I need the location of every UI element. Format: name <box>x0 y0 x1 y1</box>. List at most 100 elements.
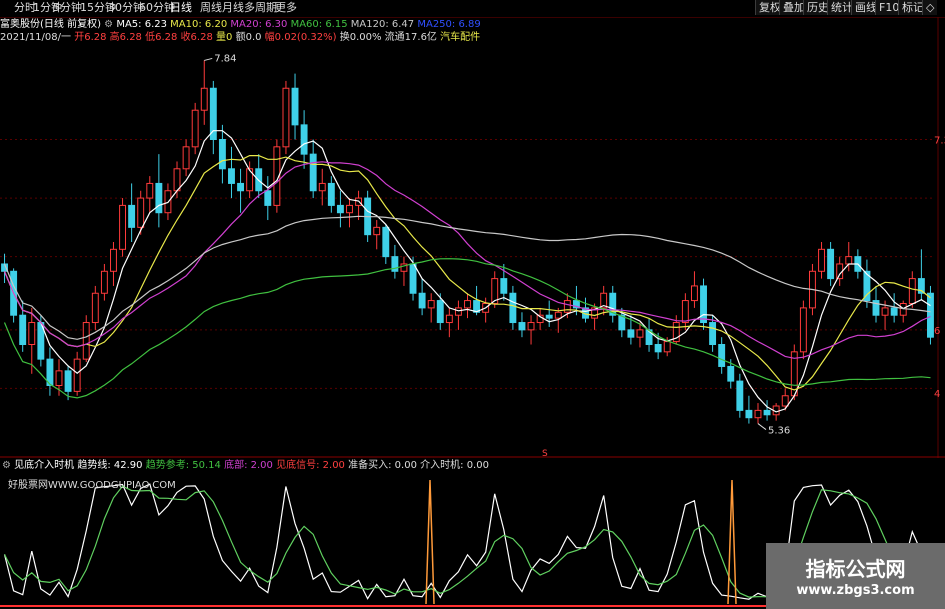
period-tab-2[interactable]: 5分钟 <box>53 1 82 15</box>
period-tab-6[interactable]: 日线 <box>170 1 192 15</box>
candle-body <box>654 344 662 353</box>
candle-body <box>137 197 145 228</box>
sub-info-line: ⚙ 见底介入时机 趋势线: 42.90 趋势参考: 50.14 底部: 2.00… <box>2 459 489 472</box>
signal-label: 见底信号: 2.00 <box>276 460 345 471</box>
candle-body <box>718 344 726 367</box>
trend-ref-label: 趋势参考: 50.14 <box>145 460 221 471</box>
candle-body <box>318 182 326 192</box>
candle-body <box>709 322 717 345</box>
candle-body <box>300 124 308 155</box>
sub-settings-icon[interactable]: ⚙ <box>2 460 11 471</box>
candle-body <box>890 307 898 316</box>
candle-body <box>155 182 163 214</box>
candle-body <box>327 182 335 206</box>
bottom-label: 底部: 2.00 <box>224 460 273 471</box>
candle-body <box>663 341 671 353</box>
expand-icon[interactable]: ◇ <box>922 0 938 15</box>
watermark-logo: 指标公式网 www.zbgs3.com <box>766 543 945 609</box>
candle-body <box>173 168 181 192</box>
low-pointer <box>757 423 767 430</box>
watermark-title: 指标公式网 <box>805 557 906 581</box>
candle-body <box>336 204 344 214</box>
candle-body <box>346 204 353 214</box>
candle-body <box>464 300 471 309</box>
candle-body <box>745 409 753 419</box>
candle-body <box>845 256 853 265</box>
high-annotation: 7.84 <box>214 53 236 64</box>
candle-body <box>28 322 36 345</box>
candle-body <box>291 87 299 126</box>
candle-body <box>927 292 934 338</box>
watermark-url: www.zbgs3.com <box>796 583 915 598</box>
candle-body <box>818 248 825 272</box>
prepare-label: 准备买入: 0.00 <box>348 460 417 471</box>
candle-body <box>373 226 381 236</box>
candle-body <box>228 168 235 184</box>
candle-body <box>690 285 698 302</box>
candle-body <box>146 182 154 199</box>
period-tab-10[interactable]: 更多 <box>275 1 297 15</box>
candle-body <box>209 87 217 140</box>
candle-body <box>200 87 208 111</box>
candle-body <box>527 322 535 331</box>
price-axis-label: 7.3 <box>934 136 945 147</box>
candle-body <box>218 139 226 170</box>
candlestick-chart[interactable]: 7.3647.845.36S <box>0 17 945 458</box>
candle-body <box>282 87 290 148</box>
candle-body <box>191 109 199 148</box>
candle-body <box>799 307 807 353</box>
candle-body <box>827 248 835 280</box>
candle-body <box>55 370 63 387</box>
candle-body <box>518 322 526 331</box>
candle-body <box>636 329 644 338</box>
candle-body <box>627 329 635 338</box>
candle-body <box>445 314 453 324</box>
price-axis-label: 4 <box>934 389 940 400</box>
candle-body <box>409 263 417 294</box>
candle-body <box>736 380 744 411</box>
candle-body <box>781 395 789 407</box>
site-label: 好股票网WWW.GOODGUPIAO.COM <box>8 480 176 491</box>
period-tab-7[interactable]: 周线 <box>200 1 222 15</box>
candle-body <box>500 278 508 294</box>
candle-body <box>382 226 390 258</box>
indicator-name[interactable]: 见底介入时机 <box>14 460 74 471</box>
candle-body <box>509 292 517 324</box>
candle-body <box>700 285 707 324</box>
candle-body <box>881 307 889 316</box>
ma120-line <box>3 215 931 340</box>
candle-body <box>454 307 462 316</box>
price-axis-label: 6 <box>934 326 940 337</box>
entry-label: 介入时机: 0.00 <box>420 460 489 471</box>
candle-body <box>237 182 245 192</box>
candle-body <box>128 204 136 228</box>
candle-body <box>19 314 27 346</box>
period-tab-8[interactable]: 月线 <box>222 1 244 15</box>
period-toolbar: 分时 1分钟 5分钟 15分钟 30分钟 60分钟 日线 周线 月线 多周期 更多 复权 叠加 历史 统计画… <box>0 0 945 18</box>
candle-body <box>763 409 771 416</box>
candle-body <box>100 270 108 294</box>
candle-body <box>545 314 553 319</box>
high-pointer <box>204 57 213 61</box>
candle-body <box>264 190 272 206</box>
candle-body <box>73 358 81 392</box>
candle-body <box>908 278 916 305</box>
candle-body <box>119 204 126 250</box>
candle-body <box>681 300 689 324</box>
candle-body <box>309 153 317 192</box>
candle-body <box>436 300 444 324</box>
period-tab-9[interactable]: 多周期 <box>244 1 277 15</box>
candle-body <box>418 292 426 309</box>
candle-body <box>82 322 90 360</box>
trend-label: 趋势线: 42.90 <box>77 460 143 471</box>
candle-body <box>91 292 99 324</box>
candle-body <box>427 300 435 309</box>
candle-body <box>727 365 735 382</box>
candle-body <box>110 248 117 272</box>
signal-spike-2 <box>727 479 737 605</box>
candle-body <box>64 370 72 392</box>
candle-body <box>754 409 762 419</box>
candle-body <box>554 311 562 319</box>
candle-body <box>182 146 190 170</box>
low-annotation: 5.36 <box>768 426 790 437</box>
